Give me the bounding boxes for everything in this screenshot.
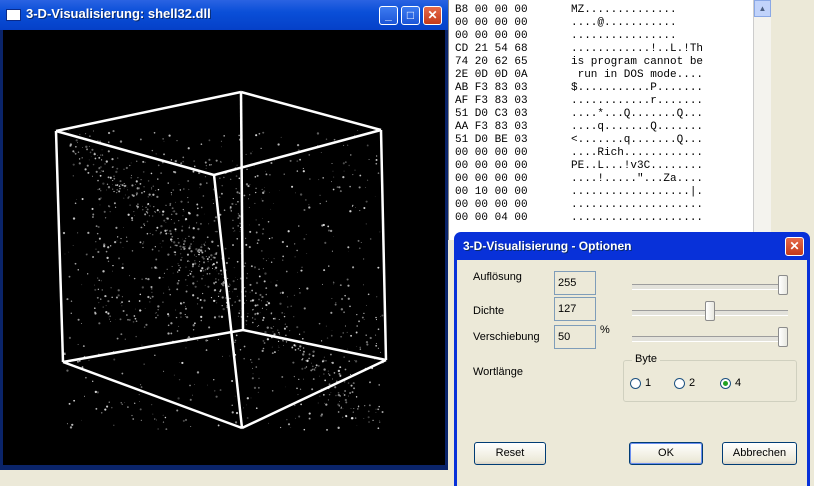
radio-byte-1[interactable] [630,378,641,389]
ok-button[interactable]: OK [629,442,703,465]
minimize-button[interactable]: _ [379,6,398,25]
radio-byte-1-label[interactable]: 1 [645,377,651,389]
app-window-icon [6,9,21,21]
visualization-window: 3-D-Visualisierung: shell32.dll _ □ ✕ [0,0,448,470]
close-button[interactable]: ✕ [423,6,442,25]
dialog-close-button[interactable]: ✕ [785,237,804,256]
reset-button[interactable]: Reset [474,442,546,465]
byte-group-title: Byte [632,353,661,365]
hex-scrollbar[interactable]: ▲ [753,0,771,240]
dichte-field[interactable]: 127 [554,297,596,321]
scroll-up-icon[interactable]: ▲ [754,0,771,17]
options-dialog: 3-D-Visualisierung - Optionen ✕ Auflösun… [454,232,810,486]
radio-byte-4-label[interactable]: 4 [735,377,741,389]
wortlaenge-label: Wortlänge [473,366,523,378]
radio-byte-2-label[interactable]: 2 [689,377,695,389]
verschiebung-slider-track[interactable] [632,336,788,342]
radio-byte-4[interactable] [720,378,731,389]
ascii-column: MZ.............. ....@........... ......… [571,4,704,224]
viz-titlebar[interactable]: 3-D-Visualisierung: shell32.dll _ □ ✕ [0,0,448,30]
verschiebung-field[interactable]: 50 [554,325,596,349]
dichte-label: Dichte [473,305,505,317]
viz-window-title: 3-D-Visualisierung: shell32.dll [26,6,211,21]
aufloesung-slider-thumb[interactable] [778,275,788,295]
byte-groupbox: Byte 1 2 4 [623,353,797,402]
percent-unit: % [600,324,610,336]
radio-byte-2[interactable] [674,378,685,389]
verschiebung-slider-thumb[interactable] [778,327,788,347]
cancel-button[interactable]: Abbrechen [722,442,797,465]
hex-view-panel[interactable]: B8 00 00 00 00 00 00 00 00 00 00 00 CD 2… [448,0,771,240]
hex-bytes-column: B8 00 00 00 00 00 00 00 00 00 00 00 CD 2… [455,4,528,224]
aufloesung-field[interactable]: 255 [554,271,596,295]
dichte-slider-thumb[interactable] [705,301,715,321]
aufloesung-label: Auflösung [473,271,522,283]
point-cloud-cube [54,90,388,431]
dialog-titlebar[interactable]: 3-D-Visualisierung - Optionen ✕ [454,232,810,260]
maximize-button[interactable]: □ [401,6,420,25]
aufloesung-slider-track[interactable] [632,284,788,290]
verschiebung-label: Verschiebung [473,331,540,343]
3d-render-canvas[interactable] [3,30,445,465]
dialog-title: 3-D-Visualisierung - Optionen [463,239,632,253]
dialog-body: Auflösung 255 Dichte 127 Verschiebung 50… [457,260,807,486]
